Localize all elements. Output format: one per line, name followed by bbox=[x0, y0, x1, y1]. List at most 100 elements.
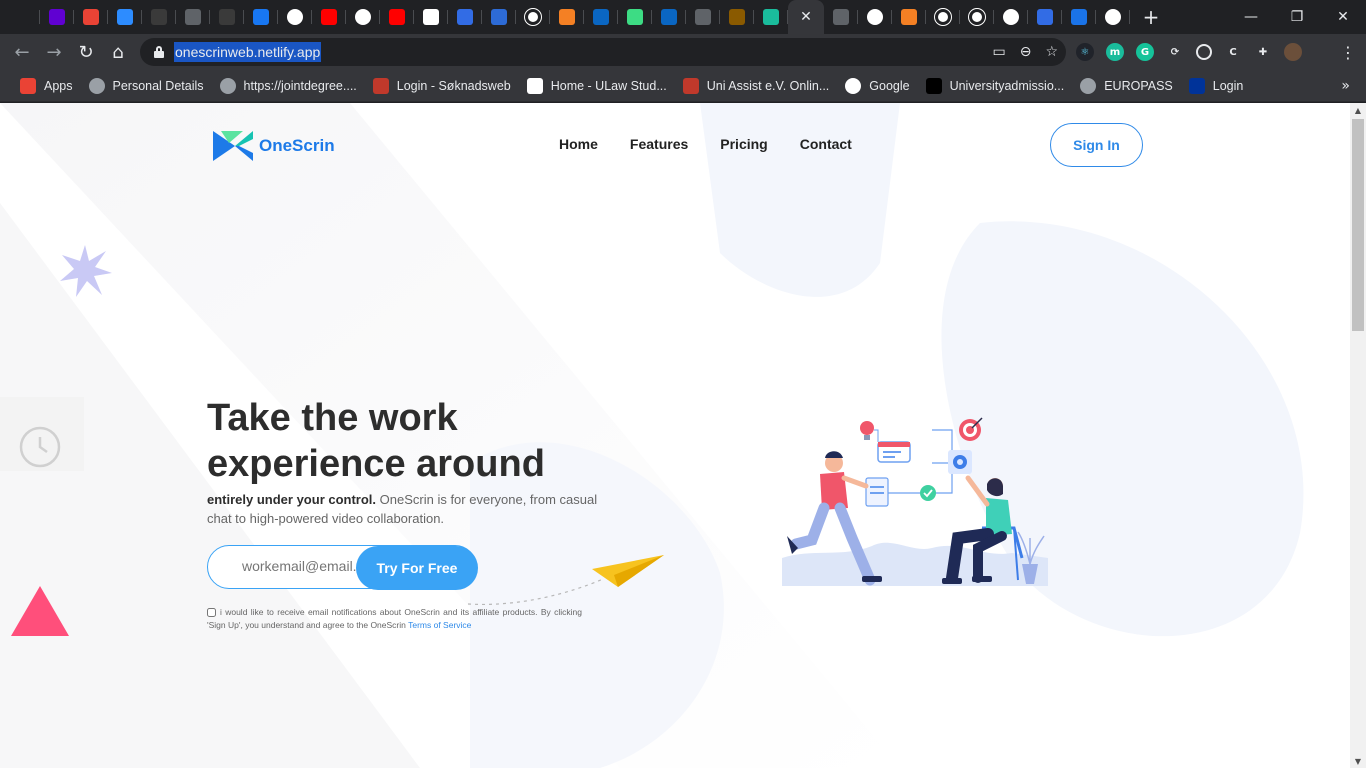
nav-home[interactable]: Home bbox=[559, 136, 598, 152]
m-extension-icon[interactable]: m bbox=[1106, 43, 1124, 61]
crown-icon bbox=[833, 9, 849, 25]
restore-button[interactable]: ❐ bbox=[1274, 0, 1320, 34]
browser-tab[interactable] bbox=[482, 0, 516, 34]
browser-tab[interactable] bbox=[652, 0, 686, 34]
sign-in-button[interactable]: Sign In bbox=[1050, 123, 1143, 167]
profile-avatar[interactable] bbox=[1284, 43, 1302, 61]
stackoverflow-icon bbox=[559, 9, 575, 25]
browser-tab[interactable] bbox=[448, 0, 482, 34]
bookmark-item[interactable]: https://jointdegree.... bbox=[212, 72, 365, 100]
browser-tab[interactable] bbox=[6, 0, 40, 34]
window-controls: — ❐ ✕ bbox=[1228, 0, 1366, 34]
terms-of-service-link[interactable]: Terms of Service bbox=[408, 620, 471, 630]
bookmarks-overflow-icon[interactable]: » bbox=[1341, 70, 1350, 102]
react-devtools-icon[interactable]: ⚛ bbox=[1076, 43, 1094, 61]
browser-tab[interactable] bbox=[414, 0, 448, 34]
browser-tab[interactable] bbox=[960, 0, 994, 34]
google-icon bbox=[355, 9, 371, 25]
globe-icon bbox=[219, 77, 236, 94]
nav-pricing[interactable]: Pricing bbox=[720, 136, 767, 152]
bookmark-item[interactable]: Uni Assist e.V. Onlin... bbox=[675, 72, 838, 100]
browser-tab[interactable] bbox=[516, 0, 550, 34]
back-button[interactable]: ← bbox=[6, 36, 38, 68]
code-extension-icon[interactable]: C bbox=[1224, 43, 1242, 61]
bookmark-item[interactable]: Google bbox=[837, 72, 917, 100]
close-window-button[interactable]: ✕ bbox=[1320, 0, 1366, 34]
bookmark-item[interactable]: Personal Details bbox=[81, 72, 212, 100]
cast-icon[interactable]: ▭ bbox=[992, 44, 1005, 60]
reload-button[interactable]: ↻ bbox=[70, 36, 102, 68]
browser-tab[interactable] bbox=[584, 0, 618, 34]
url-text[interactable]: onescrinweb.netlify.app bbox=[174, 42, 322, 62]
hero-description: entirely under your control. OneScrin is… bbox=[207, 490, 602, 528]
address-bar[interactable]: onescrinweb.netlify.app ▭ ⊖ ☆ bbox=[140, 38, 1066, 66]
hero-title-line-2: experience around bbox=[207, 443, 545, 485]
bookmark-item[interactable]: Login - Søknadsweb bbox=[365, 72, 519, 100]
target-extension-icon[interactable] bbox=[1196, 44, 1212, 60]
browser-tab[interactable] bbox=[754, 0, 788, 34]
grammarly-icon[interactable]: G bbox=[1136, 43, 1154, 61]
consent-checkbox[interactable] bbox=[207, 608, 216, 618]
email-input[interactable] bbox=[242, 558, 357, 574]
try-for-free-button[interactable]: Try For Free bbox=[356, 546, 478, 590]
browser-tab[interactable] bbox=[108, 0, 142, 34]
browser-tab[interactable] bbox=[142, 0, 176, 34]
browser-menu-icon[interactable]: ⋮ bbox=[1340, 34, 1356, 70]
browser-tab[interactable] bbox=[686, 0, 720, 34]
browser-tab[interactable] bbox=[380, 0, 414, 34]
browser-tab[interactable]: ✕ bbox=[788, 0, 824, 34]
bookmark-item[interactable]: EUROPASS bbox=[1072, 72, 1181, 100]
lock-icon[interactable] bbox=[154, 46, 164, 58]
sync-extension-icon[interactable]: ⟳ bbox=[1166, 43, 1184, 61]
browser-tab[interactable] bbox=[994, 0, 1028, 34]
hero-title-line-1: Take the work bbox=[207, 397, 458, 439]
nav-features[interactable]: Features bbox=[630, 136, 688, 152]
bookmark-item[interactable]: Universityadmissio... bbox=[918, 72, 1073, 100]
browser-tab[interactable] bbox=[278, 0, 312, 34]
history-icon bbox=[15, 9, 31, 25]
browser-tab[interactable] bbox=[74, 0, 108, 34]
nav-contact[interactable]: Contact bbox=[800, 136, 852, 152]
browser-tab[interactable] bbox=[346, 0, 380, 34]
browser-tab[interactable] bbox=[824, 0, 858, 34]
browser-tab[interactable] bbox=[210, 0, 244, 34]
uni-assist-icon bbox=[682, 77, 699, 94]
dark-page-icon bbox=[219, 9, 235, 25]
browser-tab[interactable] bbox=[892, 0, 926, 34]
minimize-button[interactable]: — bbox=[1228, 0, 1274, 34]
browser-tab[interactable] bbox=[1028, 0, 1062, 34]
browser-tab[interactable] bbox=[720, 0, 754, 34]
eu-flag-icon bbox=[1188, 77, 1205, 94]
globe-icon bbox=[1080, 77, 1097, 94]
page-scrollbar[interactable]: ▲ ▼ bbox=[1350, 103, 1366, 768]
bookmark-item[interactable]: Home - ULaw Stud... bbox=[519, 72, 675, 100]
home-button[interactable]: ⌂ bbox=[102, 36, 134, 68]
browser-tab[interactable] bbox=[40, 0, 74, 34]
forward-button[interactable]: → bbox=[38, 36, 70, 68]
brand-logo[interactable]: OneScrin bbox=[213, 131, 335, 161]
browser-tab[interactable] bbox=[926, 0, 960, 34]
close-icon[interactable]: ✕ bbox=[800, 9, 812, 25]
bookmark-label: EUROPASS bbox=[1104, 78, 1173, 93]
browser-tab[interactable] bbox=[1096, 0, 1130, 34]
browser-tab[interactable] bbox=[244, 0, 278, 34]
bookmark-item[interactable]: Apps bbox=[12, 72, 81, 100]
bookmark-label: Universityadmissio... bbox=[949, 78, 1065, 93]
zoom-icon[interactable]: ⊖ bbox=[1020, 44, 1032, 60]
browser-tab[interactable] bbox=[312, 0, 346, 34]
bookmark-item[interactable]: Login bbox=[1181, 72, 1252, 100]
extensions-puzzle-icon[interactable]: ✚ bbox=[1254, 43, 1272, 61]
scroll-thumb[interactable] bbox=[1352, 119, 1364, 331]
scroll-down-arrow-icon[interactable]: ▼ bbox=[1350, 754, 1366, 768]
browser-tab[interactable] bbox=[858, 0, 892, 34]
kubernetes-icon bbox=[1037, 9, 1053, 25]
browser-tab[interactable] bbox=[618, 0, 652, 34]
browser-tab[interactable] bbox=[1062, 0, 1096, 34]
browser-tab[interactable] bbox=[550, 0, 584, 34]
new-tab-button[interactable]: + bbox=[1136, 2, 1166, 32]
scroll-up-arrow-icon[interactable]: ▲ bbox=[1350, 103, 1366, 117]
bookmark-star-icon[interactable]: ☆ bbox=[1045, 44, 1058, 60]
browser-tab[interactable] bbox=[176, 0, 210, 34]
globe-icon bbox=[88, 77, 105, 94]
consent-text: i would like to receive email notificati… bbox=[207, 606, 582, 632]
